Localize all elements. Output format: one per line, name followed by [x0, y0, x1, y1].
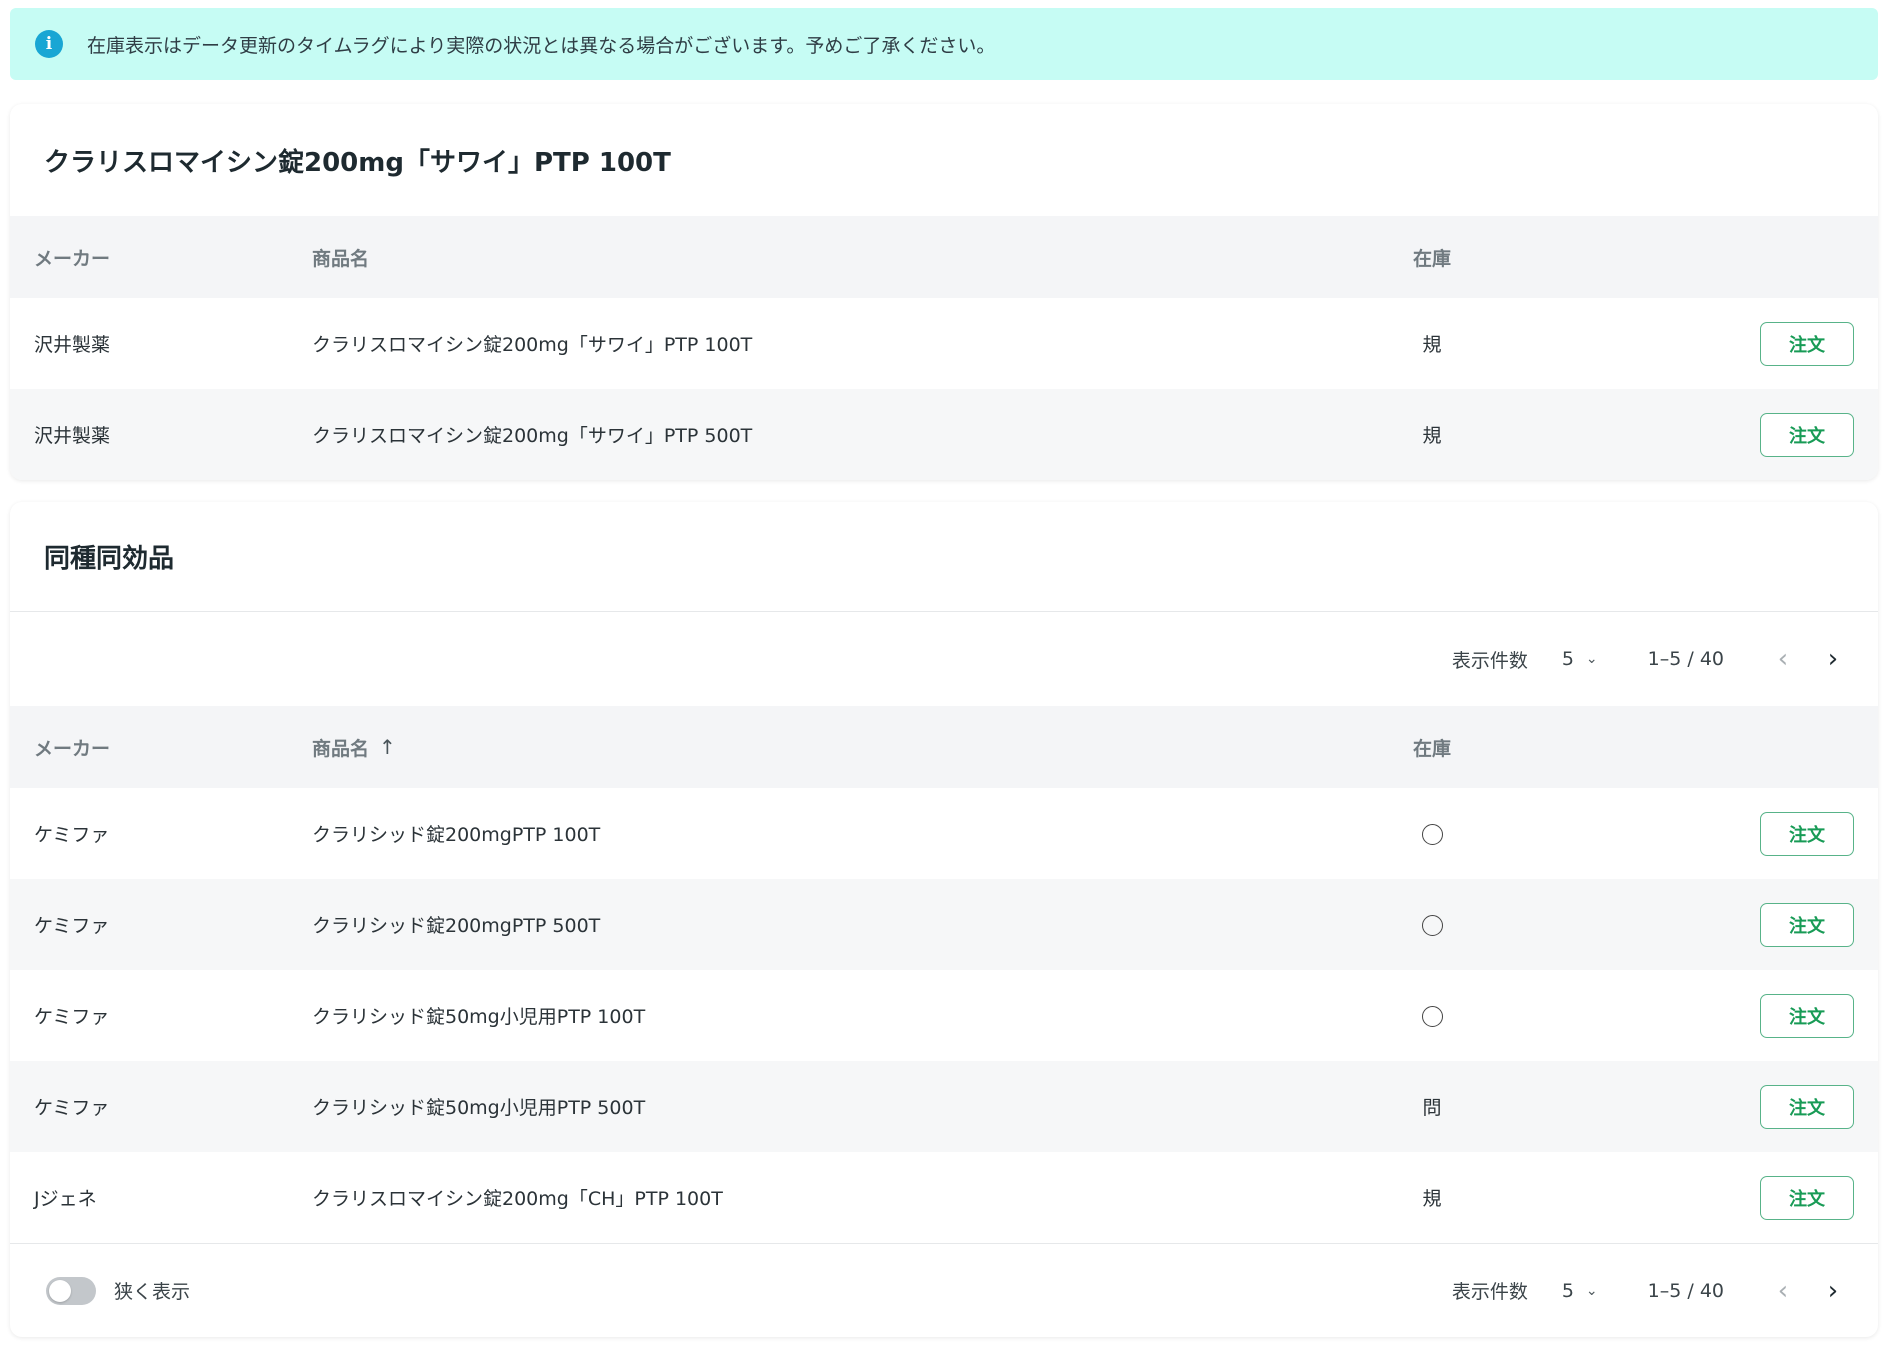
row-maker: 沢井製薬	[34, 425, 111, 447]
row-product-name: クラリシッド錠200mgPTP 100T	[312, 824, 601, 846]
sort-arrow-up-icon[interactable]: ↑	[379, 735, 396, 759]
row-product-name: クラリスロマイシン錠200mg「CH」PTP 100T	[312, 1188, 723, 1210]
order-button[interactable]: 注文	[1760, 1084, 1854, 1129]
chevron-left-icon[interactable]: ‹	[1768, 646, 1798, 672]
row-product-name: クラリシッド錠200mgPTP 500T	[312, 915, 601, 937]
table-row: ケミファ クラリシッド錠50mg小児用PTP 100T 注文	[10, 970, 1878, 1061]
table-row: Jジェネ クラリスロマイシン錠200mg「CH」PTP 100T 規 注文	[10, 1152, 1878, 1243]
dense-toggle-switch[interactable]	[46, 1276, 96, 1305]
chevron-right-icon[interactable]: ›	[1818, 1278, 1848, 1304]
dense-toggle-group: 狭く表示	[10, 1276, 191, 1305]
order-button[interactable]: 注文	[1760, 412, 1854, 457]
per-page-select[interactable]: 5 ⌄	[1562, 648, 1598, 670]
per-page-select[interactable]: 5 ⌄	[1562, 1280, 1598, 1302]
row-stock: 規	[1422, 334, 1442, 356]
row-maker: 沢井製薬	[34, 334, 111, 356]
table-row: ケミファ クラリシッド錠50mg小児用PTP 500T 問 注文	[10, 1061, 1878, 1152]
chevron-down-icon: ⌄	[1585, 651, 1598, 667]
order-button[interactable]: 注文	[1760, 993, 1854, 1038]
row-stock	[1362, 1005, 1502, 1027]
per-page-value: 5	[1561, 648, 1574, 670]
column-header-stock[interactable]: 在庫	[1362, 244, 1502, 271]
info-icon: i	[35, 30, 63, 58]
order-button[interactable]: 注文	[1760, 811, 1854, 856]
in-stock-circle-icon	[1421, 1005, 1443, 1027]
order-button[interactable]: 注文	[1760, 902, 1854, 947]
row-product-name: クラリスロマイシン錠200mg「サワイ」PTP 500T	[312, 425, 753, 447]
table-row: 沢井製薬 クラリスロマイシン錠200mg「サワイ」PTP 500T 規 注文	[10, 389, 1878, 480]
column-header-name[interactable]: 商品名 ↑	[312, 734, 1362, 761]
pagination-top: 表示件数 5 ⌄ 1–5 / 40 ‹ ›	[10, 612, 1878, 706]
row-stock	[1362, 823, 1502, 845]
stock-notice-banner: i 在庫表示はデータ更新のタイムラグにより実際の状況とは異なる場合がございます。…	[10, 8, 1878, 80]
similar-products-title: 同種同効品	[10, 502, 1878, 612]
page-range: 1–5 / 40	[1647, 1279, 1724, 1302]
chevron-left-icon[interactable]: ‹	[1768, 1278, 1798, 1304]
stock-notice-text: 在庫表示はデータ更新のタイムラグにより実際の状況とは異なる場合がございます。予め…	[87, 34, 996, 57]
in-stock-circle-icon	[1421, 914, 1443, 936]
row-stock: 規	[1422, 1188, 1442, 1210]
row-maker: ケミファ	[34, 1006, 110, 1028]
toggle-knob	[49, 1279, 71, 1302]
row-stock: 問	[1422, 1097, 1442, 1119]
order-button[interactable]: 注文	[1760, 321, 1854, 366]
row-maker: ケミファ	[34, 1097, 110, 1119]
pagination-bottom: 表示件数 5 ⌄ 1–5 / 40 ‹ ›	[1452, 1244, 1878, 1338]
row-stock	[1362, 914, 1502, 936]
row-product-name: クラリスロマイシン錠200mg「サワイ」PTP 100T	[312, 334, 753, 356]
in-stock-circle-icon	[1421, 823, 1443, 845]
order-button[interactable]: 注文	[1760, 1175, 1854, 1220]
column-header-maker[interactable]: メーカー	[10, 734, 312, 761]
product-card: クラリスロマイシン錠200mg「サワイ」PTP 100T メーカー 商品名 在庫…	[10, 104, 1878, 480]
product-table-header: メーカー 商品名 在庫	[10, 216, 1878, 298]
row-maker: ケミファ	[34, 915, 110, 937]
column-header-stock[interactable]: 在庫	[1362, 734, 1502, 761]
column-header-maker[interactable]: メーカー	[10, 244, 312, 271]
per-page-value: 5	[1561, 1279, 1574, 1302]
table-row: ケミファ クラリシッド錠200mgPTP 500T 注文	[10, 879, 1878, 970]
row-maker: ケミファ	[34, 824, 110, 846]
page-range: 1–5 / 40	[1647, 648, 1724, 670]
column-header-name[interactable]: 商品名	[312, 244, 1362, 271]
row-maker: Jジェネ	[34, 1188, 97, 1210]
chevron-right-icon[interactable]: ›	[1818, 646, 1848, 672]
table-row: ケミファ クラリシッド錠200mgPTP 100T 注文	[10, 788, 1878, 879]
per-page-label: 表示件数	[1451, 649, 1528, 672]
product-title: クラリスロマイシン錠200mg「サワイ」PTP 100T	[44, 147, 671, 178]
row-product-name: クラリシッド錠50mg小児用PTP 500T	[312, 1097, 646, 1119]
similar-products-card: 同種同効品 表示件数 5 ⌄ 1–5 / 40 ‹ › メーカー 商品名 ↑ 在…	[10, 502, 1878, 1337]
row-stock: 規	[1422, 425, 1442, 447]
dense-toggle-label: 狭く表示	[114, 1281, 191, 1303]
row-product-name: クラリシッド錠50mg小児用PTP 100T	[312, 1006, 646, 1028]
table-footer: 狭く表示 表示件数 5 ⌄ 1–5 / 40 ‹ ›	[10, 1243, 1878, 1337]
page-root: i 在庫表示はデータ更新のタイムラグにより実際の状況とは異なる場合がございます。…	[0, 0, 1890, 1350]
column-header-name-label: 商品名	[312, 737, 370, 760]
chevron-down-icon: ⌄	[1585, 1282, 1598, 1299]
per-page-label: 表示件数	[1451, 1281, 1528, 1303]
table-row: 沢井製薬 クラリスロマイシン錠200mg「サワイ」PTP 100T 規 注文	[10, 298, 1878, 389]
similar-table-header: メーカー 商品名 ↑ 在庫	[10, 706, 1878, 788]
